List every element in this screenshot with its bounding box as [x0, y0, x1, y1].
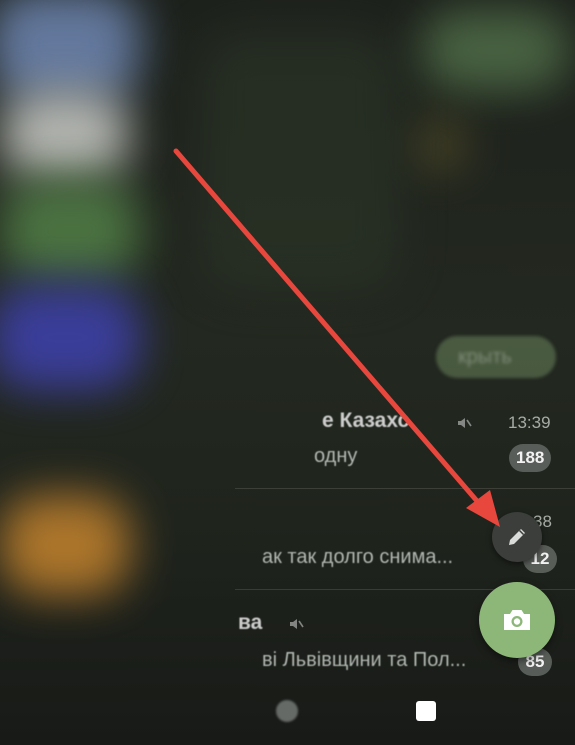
compose-button[interactable]	[492, 512, 542, 562]
chat-title: е Казахс	[322, 409, 410, 432]
blurred-background	[200, 30, 400, 290]
chat-title: ва	[238, 611, 263, 634]
close-button[interactable]: крыть	[436, 336, 556, 378]
chat-preview: одну	[314, 445, 358, 467]
blurred-app-icon	[0, 0, 140, 100]
home-circle-icon[interactable]	[276, 700, 298, 722]
chat-list-item[interactable]: е Казахс 13:39 одну 188	[0, 395, 575, 490]
blurred-app-icon	[0, 180, 140, 280]
recents-square-icon[interactable]	[416, 701, 436, 721]
mute-icon	[458, 418, 472, 428]
row-divider	[235, 488, 575, 489]
blurred-banner	[420, 10, 570, 90]
mute-icon	[290, 619, 304, 629]
pencil-icon	[509, 529, 525, 545]
chat-preview: ак так долго снима...	[262, 546, 454, 568]
blurred-banner-dot	[415, 120, 465, 170]
camera-icon	[504, 610, 530, 630]
camera-button[interactable]	[479, 582, 555, 658]
blurred-app-icon	[0, 90, 130, 180]
chat-preview: ві Львівщини та Пол...	[262, 649, 467, 671]
phone-screen: крыть е Казахс 13:39 одну 188 38 ак так …	[0, 0, 575, 745]
blurred-app-icon	[0, 285, 140, 390]
chat-list-item[interactable]: 38 ак так долго снима... 12	[0, 490, 575, 590]
system-nav-bar	[0, 680, 575, 745]
unread-badge: 188	[509, 444, 552, 472]
chat-time: 13:39	[508, 413, 551, 432]
